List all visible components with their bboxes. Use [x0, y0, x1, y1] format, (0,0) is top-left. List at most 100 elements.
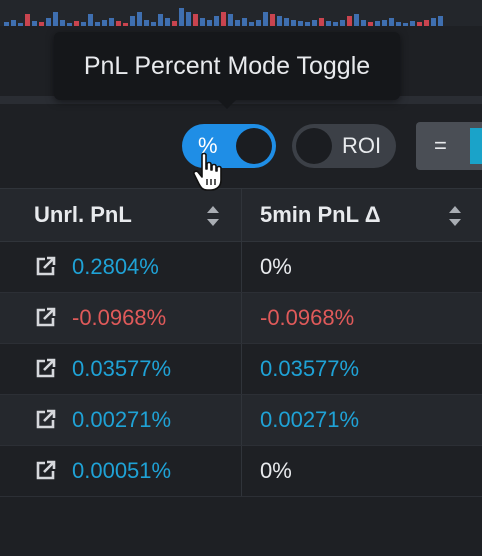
volume-bar: [144, 20, 149, 26]
external-link-icon[interactable]: [34, 460, 56, 482]
delta-pnl-value: 0%: [260, 254, 292, 279]
volume-bar: [95, 22, 100, 26]
volume-bar: [60, 20, 65, 26]
volume-bar: [382, 20, 387, 26]
delta-pnl-value: 0%: [260, 458, 292, 483]
volume-bar: [116, 21, 121, 26]
volume-bar: [46, 18, 51, 26]
volume-bar: [74, 21, 79, 26]
volume-bar: [424, 20, 429, 26]
volume-bar: [130, 16, 135, 26]
volume-strip: [0, 0, 482, 26]
column-header-5min-pnl-delta[interactable]: 5min PnL Δ: [242, 189, 482, 241]
volume-bar: [18, 23, 23, 26]
volume-bar: [298, 21, 303, 26]
external-link-icon[interactable]: [34, 256, 56, 278]
sort-icon[interactable]: [206, 205, 220, 227]
volume-bar: [221, 12, 226, 26]
volume-bar: [389, 18, 394, 26]
volume-bar: [263, 12, 268, 26]
volume-bar: [312, 20, 317, 26]
toggle-knob: [296, 128, 332, 164]
volume-bar: [67, 23, 72, 26]
hand-pointer-icon: [193, 152, 222, 191]
column-header-label: 5min PnL Δ: [260, 202, 381, 227]
volume-bar: [11, 20, 16, 26]
volume-bar: [256, 20, 261, 26]
toggle-knob: [236, 128, 272, 164]
volume-bar: [403, 23, 408, 26]
volume-bar: [340, 20, 345, 26]
delta-pnl-cell: 0.00271%: [242, 395, 482, 445]
table-row[interactable]: 0.03577% 0.03577%: [0, 344, 482, 395]
volume-bar: [207, 20, 212, 26]
unrl-pnl-cell: 0.2804%: [0, 242, 242, 292]
delta-pnl-cell: 0%: [242, 242, 482, 292]
volume-bar: [186, 12, 191, 26]
volume-bar: [431, 18, 436, 26]
volume-bar: [396, 22, 401, 26]
volume-bar: [165, 18, 170, 26]
volume-bar: [270, 14, 275, 26]
delta-pnl-cell: 0.03577%: [242, 344, 482, 394]
volume-bar: [4, 22, 9, 26]
unrl-pnl-value: 0.03577%: [72, 356, 172, 381]
volume-bar: [228, 14, 233, 26]
volume-bar: [333, 22, 338, 26]
table-row[interactable]: 0.2804% 0%: [0, 242, 482, 293]
volume-bar: [109, 18, 114, 26]
volume-bar: [158, 14, 163, 26]
delta-pnl-cell: -0.0968%: [242, 293, 482, 343]
volume-bar: [235, 20, 240, 26]
volume-bar: [354, 14, 359, 26]
equal-button-accent: [470, 128, 482, 164]
unrl-pnl-value: 0.00051%: [72, 458, 172, 483]
volume-bar: [88, 14, 93, 26]
volume-bar: [53, 12, 58, 26]
unrl-pnl-cell: -0.0968%: [0, 293, 242, 343]
volume-bar: [214, 16, 219, 26]
volume-bar: [179, 8, 184, 26]
unrl-pnl-cell: 0.00051%: [0, 446, 242, 496]
equal-button-label: =: [434, 133, 447, 158]
roi-mode-toggle[interactable]: ROI: [292, 124, 396, 168]
unrl-pnl-value: 0.00271%: [72, 407, 172, 432]
volume-bar: [284, 18, 289, 26]
volume-bar: [438, 16, 443, 26]
volume-bar: [361, 20, 366, 26]
table-header: Unrl. PnL 5min PnL Δ: [0, 188, 482, 242]
volume-bar: [368, 22, 373, 26]
unrl-pnl-cell: 0.03577%: [0, 344, 242, 394]
equal-button[interactable]: =: [416, 122, 482, 170]
pnl-table: Unrl. PnL 5min PnL Δ 0.2804% 0% -0.0968% -0…: [0, 188, 482, 497]
unrl-pnl-value: -0.0968%: [72, 305, 167, 330]
volume-bar: [81, 22, 86, 26]
volume-bar: [277, 16, 282, 26]
external-link-icon[interactable]: [34, 307, 56, 329]
external-link-icon[interactable]: [34, 409, 56, 431]
tooltip-text: PnL Percent Mode Toggle: [83, 51, 371, 80]
table-row[interactable]: 0.00051% 0%: [0, 446, 482, 497]
unrl-pnl-value: 0.2804%: [72, 254, 159, 279]
delta-pnl-value: -0.0968%: [260, 305, 355, 330]
volume-bar: [291, 20, 296, 26]
table-body: 0.2804% 0% -0.0968% -0.0968% 0.03577% 0.03577…: [0, 242, 482, 497]
volume-bar: [417, 22, 422, 26]
volume-bar: [347, 16, 352, 26]
table-row[interactable]: -0.0968% -0.0968%: [0, 293, 482, 344]
column-header-unrl-pnl[interactable]: Unrl. PnL: [0, 189, 242, 241]
table-row[interactable]: 0.00271% 0.00271%: [0, 395, 482, 446]
volume-bar: [25, 14, 30, 26]
delta-pnl-cell: 0%: [242, 446, 482, 496]
volume-bar: [375, 21, 380, 26]
volume-bar: [326, 21, 331, 26]
external-link-icon[interactable]: [34, 358, 56, 380]
sort-icon[interactable]: [448, 205, 462, 227]
tooltip: PnL Percent Mode Toggle: [54, 32, 400, 100]
volume-bar: [249, 22, 254, 26]
volume-bar: [410, 21, 415, 26]
volume-bar: [319, 18, 324, 26]
volume-bar: [305, 22, 310, 26]
volume-bar: [200, 18, 205, 26]
volume-bar: [242, 18, 247, 26]
